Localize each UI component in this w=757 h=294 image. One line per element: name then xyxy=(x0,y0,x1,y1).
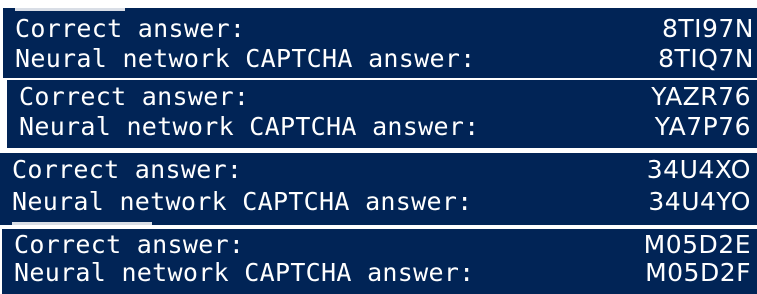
clipped-text-fragment xyxy=(12,222,152,225)
neural-answer-value: 34U4YO xyxy=(648,187,751,216)
neural-answer-label: Neural network CAPTCHA answer: xyxy=(15,44,476,73)
neural-answer-value: YA7P76 xyxy=(654,112,751,141)
correct-answer-row: Correct answer: M05D2E xyxy=(2,232,757,258)
neural-answer-row: Neural network CAPTCHA answer: 8TIQ7N xyxy=(3,46,757,72)
correct-answer-label: Correct answer: xyxy=(14,230,245,259)
correct-answer-value: 34U4XO xyxy=(646,155,751,184)
neural-answer-value: 8TIQ7N xyxy=(658,44,754,73)
neural-answer-row: Neural network CAPTCHA answer: YA7P76 xyxy=(7,114,757,140)
neural-answer-label: Neural network CAPTCHA answer: xyxy=(19,112,480,141)
correct-answer-row: Correct answer: 8TI97N xyxy=(3,16,757,42)
console-output-panel-2: Correct answer: YAZR76 Neural network CA… xyxy=(7,80,757,148)
console-output-panel-4: Correct answer: M05D2E Neural network CA… xyxy=(2,229,757,294)
correct-answer-value: 8TI97N xyxy=(661,14,754,43)
correct-answer-row: Correct answer: 34U4XO xyxy=(0,157,757,183)
console-output-panel-3: Correct answer: 34U4XO Neural network CA… xyxy=(0,153,757,225)
neural-answer-label: Neural network CAPTCHA answer: xyxy=(12,187,473,216)
correct-answer-label: Correct answer: xyxy=(19,82,250,111)
correct-answer-label: Correct answer: xyxy=(15,14,246,43)
neural-answer-label: Neural network CAPTCHA answer: xyxy=(14,258,475,287)
neural-answer-row: Neural network CAPTCHA answer: 34U4YO xyxy=(0,189,757,215)
correct-answer-value: YAZR76 xyxy=(651,82,751,111)
clipped-text-fragment xyxy=(15,8,125,11)
correct-answer-row: Correct answer: YAZR76 xyxy=(7,84,757,110)
neural-answer-row: Neural network CAPTCHA answer: M05D2F xyxy=(2,260,757,286)
correct-answer-label: Correct answer: xyxy=(12,155,243,184)
correct-answer-value: M05D2E xyxy=(643,230,751,259)
console-output-panel-1: Correct answer: 8TI97N Neural network CA… xyxy=(3,8,757,78)
neural-answer-value: M05D2F xyxy=(645,258,751,287)
